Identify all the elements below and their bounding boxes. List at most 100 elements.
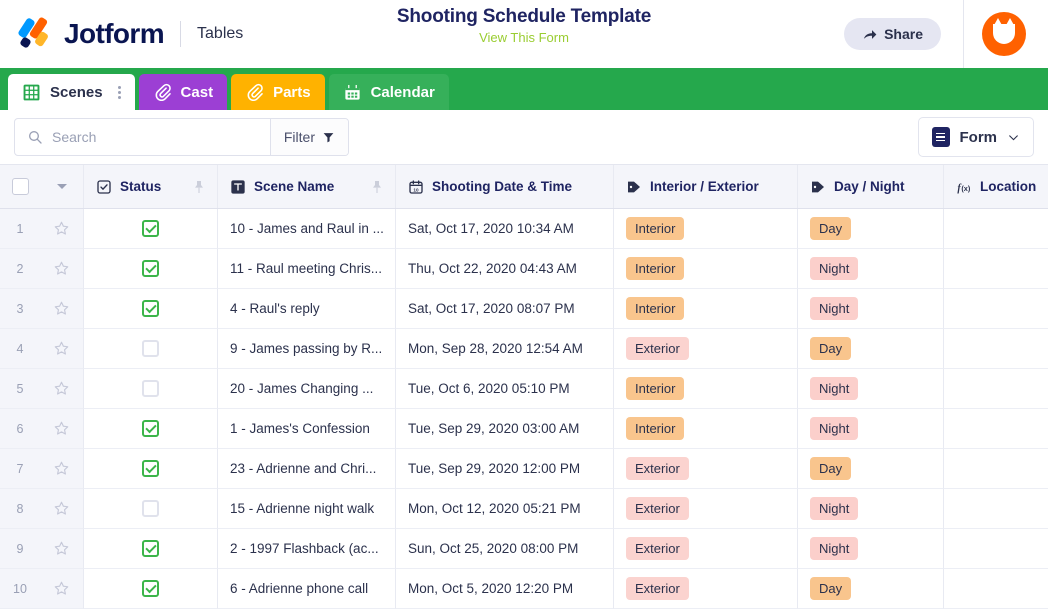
table-row[interactable]: 723 - Adrienne and Chri...Tue, Sep 29, 2…: [0, 449, 1048, 489]
cell-location[interactable]: [944, 329, 1048, 369]
status-checkbox[interactable]: [142, 540, 159, 557]
cell-day-night[interactable]: Day: [798, 449, 944, 489]
cell-shooting-date[interactable]: Mon, Oct 5, 2020 12:20 PM: [396, 569, 614, 609]
cell-scene-name[interactable]: 15 - Adrienne night walk: [218, 489, 396, 529]
share-button[interactable]: Share: [844, 18, 941, 50]
cell-location[interactable]: [944, 249, 1048, 289]
tab-cast[interactable]: Cast: [139, 74, 228, 110]
cell-interior-exterior[interactable]: Exterior: [614, 529, 798, 569]
cell-status[interactable]: [84, 289, 218, 329]
cell-scene-name[interactable]: 23 - Adrienne and Chri...: [218, 449, 396, 489]
row-favorite-star[interactable]: [40, 369, 84, 409]
row-favorite-star[interactable]: [40, 489, 84, 529]
cell-status[interactable]: [84, 449, 218, 489]
cell-scene-name[interactable]: 1 - James's Confession: [218, 409, 396, 449]
cell-shooting-date[interactable]: Sat, Oct 17, 2020 08:07 PM: [396, 289, 614, 329]
tab-calendar[interactable]: Calendar: [329, 74, 449, 110]
cell-interior-exterior[interactable]: Exterior: [614, 569, 798, 609]
cell-shooting-date[interactable]: Sun, Oct 25, 2020 08:00 PM: [396, 529, 614, 569]
cell-location[interactable]: [944, 369, 1048, 409]
cell-day-night[interactable]: Night: [798, 489, 944, 529]
cell-status[interactable]: [84, 209, 218, 249]
cell-scene-name[interactable]: 20 - James Changing ...: [218, 369, 396, 409]
status-checkbox[interactable]: [142, 420, 159, 437]
row-favorite-star[interactable]: [40, 449, 84, 489]
cell-interior-exterior[interactable]: Exterior: [614, 489, 798, 529]
tab-parts[interactable]: Parts: [231, 74, 325, 110]
cell-status[interactable]: [84, 249, 218, 289]
cell-shooting-date[interactable]: Tue, Sep 29, 2020 03:00 AM: [396, 409, 614, 449]
pin-icon[interactable]: [191, 179, 207, 195]
cell-day-night[interactable]: Night: [798, 529, 944, 569]
tab-scenes[interactable]: Scenes: [8, 74, 135, 110]
brand-name[interactable]: Jotform: [64, 18, 164, 50]
table-row[interactable]: 520 - James Changing ...Tue, Oct 6, 2020…: [0, 369, 1048, 409]
status-checkbox[interactable]: [142, 460, 159, 477]
cell-scene-name[interactable]: 10 - James and Raul in ...: [218, 209, 396, 249]
table-row[interactable]: 49 - James passing by R...Mon, Sep 28, 2…: [0, 329, 1048, 369]
row-favorite-star[interactable]: [40, 209, 84, 249]
cell-location[interactable]: [944, 289, 1048, 329]
cell-shooting-date[interactable]: Mon, Oct 12, 2020 05:21 PM: [396, 489, 614, 529]
cell-scene-name[interactable]: 9 - James passing by R...: [218, 329, 396, 369]
status-checkbox[interactable]: [142, 220, 159, 237]
row-favorite-star[interactable]: [40, 409, 84, 449]
cell-day-night[interactable]: Day: [798, 569, 944, 609]
user-avatar-icon[interactable]: [982, 12, 1026, 56]
cell-day-night[interactable]: Day: [798, 329, 944, 369]
cell-shooting-date[interactable]: Sat, Oct 17, 2020 10:34 AM: [396, 209, 614, 249]
row-favorite-star[interactable]: [40, 569, 84, 609]
view-form-link[interactable]: View This Form: [479, 30, 569, 45]
section-label[interactable]: Tables: [197, 25, 243, 43]
cell-scene-name[interactable]: 11 - Raul meeting Chris...: [218, 249, 396, 289]
cell-status[interactable]: [84, 529, 218, 569]
cell-scene-name[interactable]: 6 - Adrienne phone call: [218, 569, 396, 609]
cell-interior-exterior[interactable]: Interior: [614, 249, 798, 289]
row-options-chevron-cell[interactable]: [40, 165, 84, 208]
status-checkbox[interactable]: [142, 580, 159, 597]
cell-status[interactable]: [84, 329, 218, 369]
column-header-status[interactable]: Status: [84, 165, 218, 208]
cell-interior-exterior[interactable]: Interior: [614, 289, 798, 329]
table-row[interactable]: 92 - 1997 Flashback (ac...Sun, Oct 25, 2…: [0, 529, 1048, 569]
column-header-location[interactable]: f (x) Location: [944, 165, 1048, 208]
cell-interior-exterior[interactable]: Exterior: [614, 449, 798, 489]
cell-shooting-date[interactable]: Tue, Sep 29, 2020 12:00 PM: [396, 449, 614, 489]
select-all-checkbox[interactable]: [12, 178, 29, 195]
cell-interior-exterior[interactable]: Interior: [614, 409, 798, 449]
table-row[interactable]: 34 - Raul's replySat, Oct 17, 2020 08:07…: [0, 289, 1048, 329]
cell-status[interactable]: [84, 409, 218, 449]
chevron-down-icon[interactable]: [57, 184, 67, 189]
column-header-shooting-date[interactable]: 10 Shooting Date & Time: [396, 165, 614, 208]
cell-interior-exterior[interactable]: Exterior: [614, 329, 798, 369]
row-favorite-star[interactable]: [40, 249, 84, 289]
cell-status[interactable]: [84, 369, 218, 409]
cell-day-night[interactable]: Night: [798, 369, 944, 409]
row-favorite-star[interactable]: [40, 529, 84, 569]
cell-interior-exterior[interactable]: Interior: [614, 369, 798, 409]
cell-status[interactable]: [84, 489, 218, 529]
table-row[interactable]: 815 - Adrienne night walkMon, Oct 12, 20…: [0, 489, 1048, 529]
table-row[interactable]: 106 - Adrienne phone callMon, Oct 5, 202…: [0, 569, 1048, 609]
status-checkbox[interactable]: [142, 340, 159, 357]
status-checkbox[interactable]: [142, 500, 159, 517]
row-favorite-star[interactable]: [40, 329, 84, 369]
cell-day-night[interactable]: Night: [798, 289, 944, 329]
cell-shooting-date[interactable]: Mon, Sep 28, 2020 12:54 AM: [396, 329, 614, 369]
cell-day-night[interactable]: Night: [798, 409, 944, 449]
status-checkbox[interactable]: [142, 300, 159, 317]
column-header-scene-name[interactable]: Scene Name: [218, 165, 396, 208]
kebab-menu-icon[interactable]: [112, 86, 127, 99]
cell-status[interactable]: [84, 569, 218, 609]
cell-location[interactable]: [944, 529, 1048, 569]
pin-icon[interactable]: [369, 179, 385, 195]
search-input[interactable]: Search: [52, 129, 96, 145]
cell-shooting-date[interactable]: Tue, Oct 6, 2020 05:10 PM: [396, 369, 614, 409]
cell-location[interactable]: [944, 409, 1048, 449]
cell-shooting-date[interactable]: Thu, Oct 22, 2020 04:43 AM: [396, 249, 614, 289]
cell-location[interactable]: [944, 449, 1048, 489]
status-checkbox[interactable]: [142, 260, 159, 277]
status-checkbox[interactable]: [142, 380, 159, 397]
cell-scene-name[interactable]: 4 - Raul's reply: [218, 289, 396, 329]
cell-location[interactable]: [944, 569, 1048, 609]
